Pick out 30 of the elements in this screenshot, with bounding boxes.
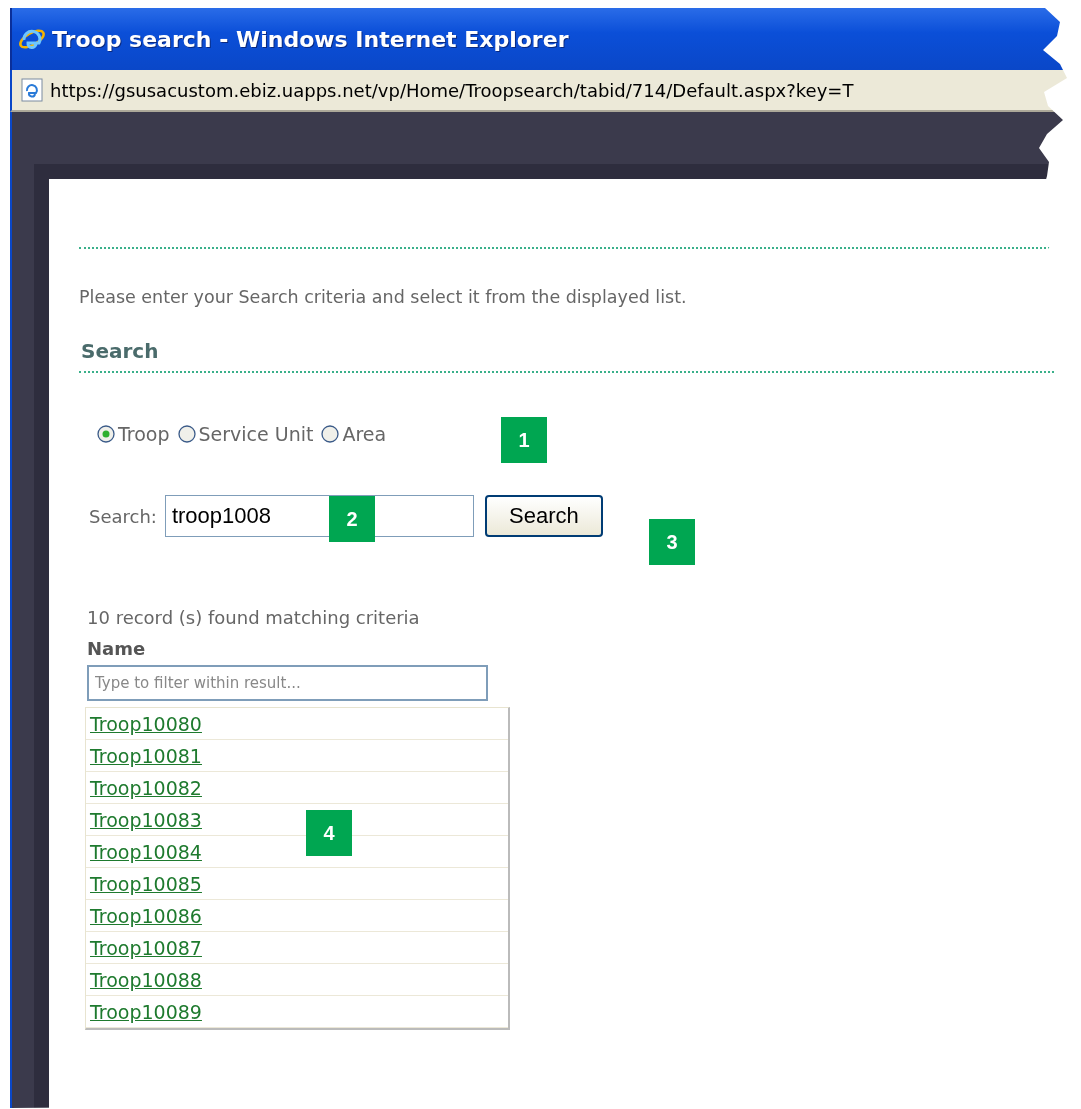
radio-button[interactable]: [177, 425, 196, 443]
radio-button[interactable]: [321, 425, 340, 443]
callout-number: 4: [306, 810, 352, 856]
column-header: Name: [87, 638, 147, 659]
radio-option[interactable]: Area: [321, 423, 387, 445]
result-link[interactable]: Troop10083: [90, 808, 202, 831]
radio-option[interactable]: Service Unit: [177, 423, 314, 445]
results-summary: 10 record (s) found matching criteria: [87, 607, 421, 628]
result-link[interactable]: Troop10088: [90, 968, 202, 991]
result-link[interactable]: Troop10082: [90, 776, 202, 799]
result-link[interactable]: Troop10089: [90, 1000, 202, 1023]
result-link[interactable]: Troop10086: [90, 904, 202, 927]
radio-option[interactable]: Troop: [97, 423, 170, 445]
window-title: Troop search - Windows Internet Explorer: [52, 26, 569, 52]
result-link[interactable]: Troop10080: [90, 712, 202, 735]
result-link[interactable]: Troop10081: [90, 744, 202, 767]
radio-button[interactable]: [97, 425, 115, 443]
filter-field[interactable]: Type to filter within result...: [87, 665, 488, 701]
result-link[interactable]: Troop10087: [90, 936, 202, 959]
search-label: Search:: [89, 505, 157, 527]
url-text[interactable]: https://gsusacustom.ebiz.uapps.net/vp/Home/Troopsearch/tabid/714/Default.aspx?key=T: [50, 79, 854, 101]
result-link[interactable]: Troop10085: [90, 872, 202, 895]
instruction-text: Please enter your Search criteria and select it from the displayed list.: [79, 287, 688, 307]
callout-number: 1: [501, 417, 547, 463]
page-icon: [20, 78, 44, 102]
search-button[interactable]: Search: [484, 495, 603, 537]
section-title: Search: [81, 339, 160, 363]
callout-number: 2: [329, 496, 375, 542]
result-link[interactable]: Troop10084: [90, 840, 202, 863]
callout-number: 3: [649, 519, 695, 565]
